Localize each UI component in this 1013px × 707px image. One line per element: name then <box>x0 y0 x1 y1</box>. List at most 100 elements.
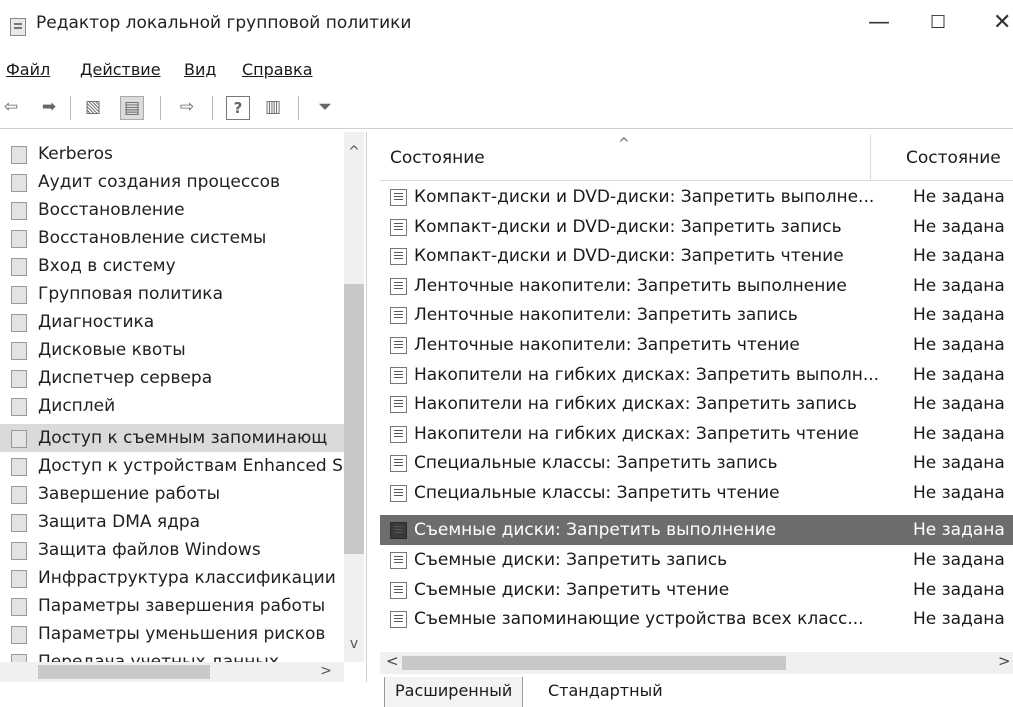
folder-icon <box>11 542 27 560</box>
tree-item[interactable]: Дисплей <box>0 392 346 420</box>
policy-setting-icon <box>390 219 407 236</box>
toolbar: ⇦ ➡ ▧ ▤ ⇨ ? ▥ ⏷ <box>0 88 1013 129</box>
folder-icon <box>11 626 27 644</box>
folder-icon <box>11 202 27 220</box>
maximize-button[interactable]: ☐ <box>930 12 946 34</box>
policy-row[interactable]: Съемные диски: Запретить чтение Не задана <box>380 575 1013 605</box>
scroll-right-icon[interactable]: > <box>998 652 1011 670</box>
menu-file[interactable]: Файл <box>6 60 50 79</box>
tree-horizontal-scrollbar[interactable]: > <box>0 662 344 682</box>
properties-icon[interactable]: ▥ <box>262 96 284 118</box>
minimize-button[interactable]: — <box>868 12 890 34</box>
tree-item[interactable]: Защита DMA ядра <box>0 508 346 536</box>
policy-setting-icon <box>390 426 407 443</box>
policy-setting-icon <box>390 367 407 384</box>
tree-item[interactable]: Инфраструктура классификации <box>0 564 346 592</box>
folder-icon <box>11 514 27 532</box>
export-list-icon[interactable]: ⇨ <box>176 96 198 118</box>
policy-row[interactable]: Съемные диски: Запретить запись Не задана <box>380 545 1013 575</box>
tree-item[interactable]: Дисковые квоты <box>0 336 346 364</box>
tree-item[interactable]: Восстановление <box>0 196 346 224</box>
tree-vertical-scrollbar[interactable]: ^ v <box>344 132 364 662</box>
tree-item[interactable]: Параметры завершения работы <box>0 592 346 620</box>
view-tabs: Расширенный Стандартный <box>380 675 1013 707</box>
tree-item[interactable]: Аудит создания процессов <box>0 168 346 196</box>
scroll-up-icon[interactable]: ^ <box>344 144 364 160</box>
column-header-setting[interactable]: Состояние <box>390 148 485 168</box>
tree-item[interactable]: Защита файлов Windows <box>0 536 346 564</box>
folder-icon <box>11 430 27 448</box>
policy-row[interactable]: Компакт-диски и DVD-диски: Запретить зап… <box>380 212 1013 242</box>
filter-icon[interactable]: ⏷ <box>314 96 336 118</box>
policy-row[interactable]: Ленточные накопители: Запретить чтение Не… <box>380 330 1013 360</box>
scrollbar-thumb[interactable] <box>38 665 210 679</box>
scroll-down-icon[interactable]: v <box>344 636 364 652</box>
tab-standard[interactable]: Стандартный <box>538 677 673 707</box>
back-icon[interactable]: ⇦ <box>0 96 22 118</box>
help-icon[interactable]: ? <box>226 96 250 120</box>
folder-icon <box>11 570 27 588</box>
tree-item[interactable]: Восстановление системы <box>0 224 346 252</box>
tree-item[interactable]: Групповая политика <box>0 280 346 308</box>
policy-row[interactable]: Специальные классы: Запретить запись Не з… <box>380 448 1013 478</box>
scroll-right-icon[interactable]: > <box>316 663 336 679</box>
policy-row[interactable]: Накопители на гибких дисках: Запретить з… <box>380 389 1013 419</box>
folder-icon <box>11 146 27 164</box>
policy-setting-icon <box>390 248 407 265</box>
toolbar-separator <box>160 96 161 120</box>
menu-view[interactable]: Вид <box>184 60 216 79</box>
tree-item[interactable]: Диагностика <box>0 308 346 336</box>
folder-icon <box>11 314 27 332</box>
policy-row[interactable]: Ленточные накопители: Запретить запись Не… <box>380 300 1013 330</box>
window-title: Редактор локальной групповой политики <box>36 13 412 33</box>
tree-pane: Kerberos Аудит создания процессов Восста… <box>0 132 367 682</box>
tree-item[interactable]: Параметры уменьшения рисков <box>0 620 346 648</box>
scrollbar-thumb[interactable] <box>344 284 364 554</box>
policy-list-pane: ^ Состояние Состояние Компакт-диски и DV… <box>380 132 1013 707</box>
toolbar-separator <box>70 96 71 120</box>
tree-item[interactable]: Диспетчер сервера <box>0 364 346 392</box>
policy-row[interactable]: Накопители на гибких дисках: Запретить в… <box>380 360 1013 390</box>
up-folder-icon[interactable]: ▧ <box>82 96 104 118</box>
forward-icon[interactable]: ➡ <box>38 96 60 118</box>
menu-action[interactable]: Действие <box>80 60 161 79</box>
folder-icon <box>11 174 27 192</box>
policy-row[interactable]: Специальные классы: Запретить чтение Не з… <box>380 478 1013 508</box>
policy-setting-icon <box>390 455 407 472</box>
column-divider[interactable] <box>870 134 871 180</box>
show-hide-tree-icon[interactable]: ▤ <box>120 96 144 120</box>
policy-row-selected[interactable]: Съемные диски: Запретить выполнение Не за… <box>380 515 1013 545</box>
policy-row[interactable]: Компакт-диски и DVD-диски: Запретить чте… <box>380 241 1013 271</box>
tree-item-selected[interactable]: Доступ к съемным запоминающ <box>0 424 346 452</box>
tree-item[interactable]: Kerberos <box>0 140 346 168</box>
scroll-left-icon[interactable]: < <box>386 652 399 670</box>
policy-setting-icon <box>390 396 407 413</box>
folder-icon <box>11 598 27 616</box>
folder-icon <box>11 486 27 504</box>
list-horizontal-scrollbar[interactable]: < > <box>380 652 1013 674</box>
column-header-state[interactable]: Состояние <box>906 148 1001 168</box>
policy-row[interactable]: Накопители на гибких дисках: Запретить ч… <box>380 419 1013 449</box>
toolbar-separator <box>298 96 299 120</box>
folder-icon <box>11 342 27 360</box>
title-bar: Редактор локальной групповой политики — … <box>0 0 1013 52</box>
tab-extended[interactable]: Расширенный <box>384 677 524 707</box>
policy-setting-icon <box>390 522 407 539</box>
menu-help[interactable]: Справка <box>242 60 313 79</box>
app-icon <box>10 18 26 36</box>
tree-item[interactable]: Доступ к устройствам Enhanced S <box>0 452 346 480</box>
policy-row[interactable]: Съемные запоминающие устройства всех кла… <box>380 604 1013 634</box>
policy-setting-icon <box>390 552 407 569</box>
scrollbar-thumb[interactable] <box>402 656 786 670</box>
policy-row[interactable]: Компакт-диски и DVD-диски: Запретить вып… <box>380 182 1013 212</box>
policy-setting-icon <box>390 278 407 295</box>
policy-setting-icon <box>390 582 407 599</box>
close-button[interactable]: ✕ <box>993 12 1011 34</box>
tree-item[interactable]: Вход в систему <box>0 252 346 280</box>
folder-icon <box>11 230 27 248</box>
list-header: ^ Состояние Состояние <box>380 132 1013 181</box>
tree-item[interactable]: Завершение работы <box>0 480 346 508</box>
folder-icon <box>11 370 27 388</box>
policy-row[interactable]: Ленточные накопители: Запретить выполнен… <box>380 271 1013 301</box>
folder-icon <box>11 258 27 276</box>
